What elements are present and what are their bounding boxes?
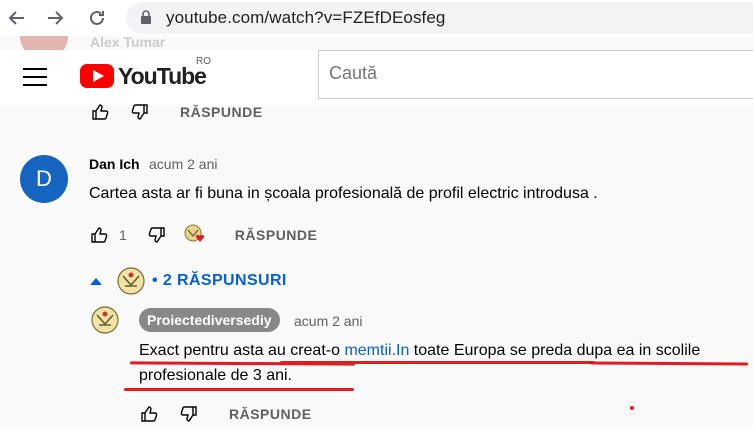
author-name: Alex Tumar	[90, 36, 166, 50]
thumbs-down-icon[interactable]	[130, 102, 150, 122]
chevron-up-icon	[90, 277, 102, 285]
logo-text: YouTube	[118, 62, 207, 89]
region-code: RO	[196, 56, 211, 67]
reply-button[interactable]: RĂSPUNDE	[235, 227, 318, 243]
forward-arrow-icon[interactable]	[42, 5, 68, 31]
page: youtube.com/watch?v=FZEfDEosfeg Alex Tum…	[0, 0, 753, 429]
comment-author[interactable]: Dan Ich	[89, 156, 140, 172]
comment-actions: 1 RĂSPUNDE	[89, 223, 317, 247]
menu-icon[interactable]	[23, 68, 47, 86]
creator-heart-icon	[183, 223, 207, 247]
thumbs-down-icon[interactable]	[179, 404, 199, 424]
reply-text-line1: Exact pentru asta au creat-o memtii.In t…	[139, 342, 700, 360]
replies-toggle[interactable]: • 2 RĂSPUNSURI	[90, 266, 287, 296]
back-arrow-icon[interactable]	[4, 5, 30, 31]
reply-text-end: toate Europa se preda dupa ea in scolile	[409, 342, 701, 359]
thumbs-up-icon[interactable]	[139, 404, 159, 424]
annotation-dot	[630, 406, 634, 410]
reply-time[interactable]: acum 2 ani	[294, 313, 362, 329]
avatar[interactable]: D	[20, 155, 68, 203]
previous-comment-actions: RĂSPUNDE	[90, 102, 263, 122]
reply-button[interactable]: RĂSPUNDE	[180, 104, 263, 120]
search-input[interactable]	[329, 63, 729, 84]
like-count: 1	[119, 227, 127, 243]
url-text[interactable]: youtube.com/watch?v=FZEfDEosfeg	[166, 8, 445, 28]
annotation-underline	[124, 388, 354, 391]
comment-time[interactable]: acum 2 ani	[149, 156, 217, 172]
annotation-underline	[280, 361, 595, 364]
thumbs-up-icon[interactable]	[89, 225, 109, 245]
search-box[interactable]	[318, 50, 753, 99]
reply-link[interactable]: memtii.In	[344, 342, 409, 359]
youtube-logo[interactable]: YouTube	[80, 62, 207, 90]
avatar	[20, 36, 68, 50]
lock-icon[interactable]	[140, 10, 152, 30]
youtube-play-icon	[80, 64, 114, 88]
avatar[interactable]	[90, 305, 120, 335]
thumbs-down-icon[interactable]	[147, 225, 167, 245]
thumbs-up-icon[interactable]	[90, 102, 110, 122]
browser-toolbar: youtube.com/watch?v=FZEfDEosfeg	[0, 0, 753, 36]
reply-text-start: Exact pentru asta au creat-o	[139, 342, 345, 359]
comment-text: Cartea asta ar fi buna in școala profesi…	[89, 185, 598, 202]
reply-button[interactable]: RĂSPUNDE	[229, 406, 312, 422]
reply-text-line2: profesionale de 3 ani.	[139, 367, 292, 384]
replies-count-label: • 2 RĂSPUNSURI	[152, 272, 287, 289]
youtube-header: YouTube RO	[0, 50, 753, 106]
reload-icon[interactable]	[84, 5, 110, 31]
annotation-underline	[589, 361, 749, 366]
creator-author-badge[interactable]: Proiectediversediy	[139, 308, 280, 332]
reply-actions: RĂSPUNDE	[139, 404, 312, 424]
avatar	[116, 266, 146, 296]
scrolled-comment: Alex Tumar	[20, 36, 753, 50]
